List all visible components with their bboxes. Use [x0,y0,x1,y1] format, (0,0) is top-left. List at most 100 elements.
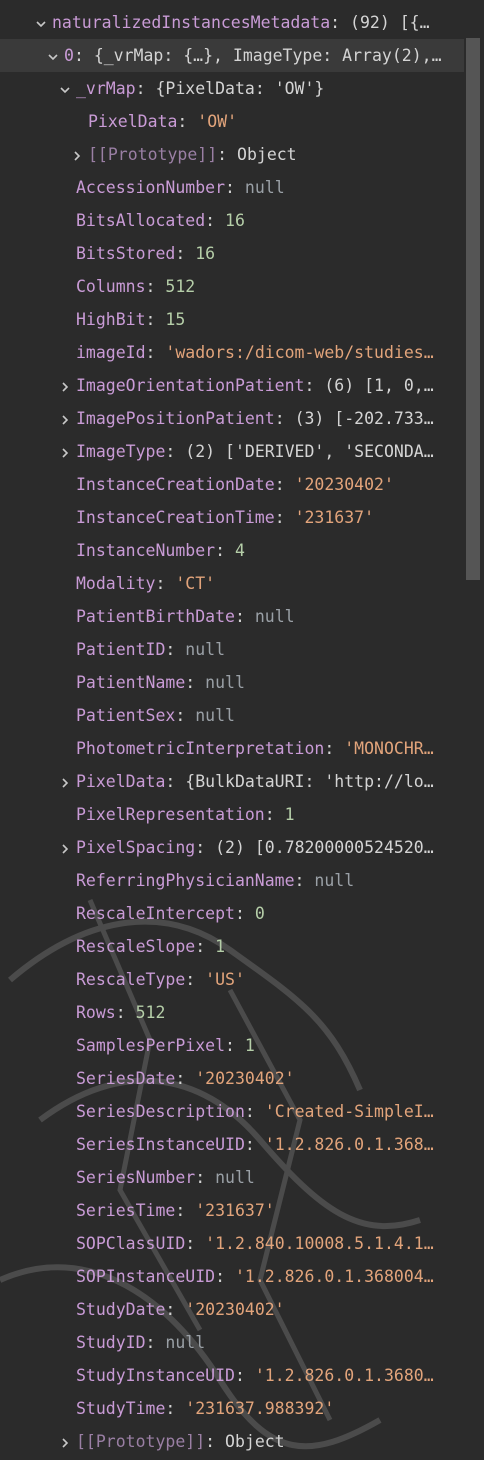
property-key: StudyID [76,1333,146,1352]
tree-row-field[interactable]: PixelData: {BulkDataURI: 'http://lo… [0,765,476,798]
property-value: null [165,1333,206,1352]
chevron-right-icon[interactable] [54,831,76,864]
property-value: 15 [165,310,186,329]
property-value: 'wadors:/dicom-web/studies… [165,343,434,362]
property-key: RescaleSlope [76,937,196,956]
property-value: '1.2.826.0.1.368… [264,1135,434,1154]
key-separator: : [135,79,156,98]
chevron-right-icon[interactable] [54,369,76,402]
tree-row-root[interactable]: naturalizedInstancesMetadata: (92) [{… [0,6,476,39]
property-value: 0 [254,904,265,923]
tree-row-field: SOPInstanceUID: '1.2.826.0.1.368004… [0,1260,476,1293]
property-key: SOPClassUID [76,1234,186,1253]
key-separator: : [165,442,186,461]
tree-row-field: Rows: 512 [0,996,476,1029]
property-key: Rows [76,1003,116,1022]
key-separator: : [165,640,186,659]
tree-row-field[interactable]: ImageOrientationPatient: (6) [1, 0,… [0,369,476,402]
tree-row-field: SamplesPerPixel: 1 [0,1029,476,1062]
tree-row-field: ReferringPhysicianName: null [0,864,476,897]
tree-row-field: PatientID: null [0,633,476,666]
property-value: (2) [0.78200000524520… [215,838,434,857]
chevron-right-icon[interactable] [54,435,76,468]
chevron-right-icon[interactable] [54,765,76,798]
key-separator: : [244,1135,265,1154]
property-value: '231637.988392' [185,1399,335,1418]
property-value: '1.2.826.0.1.3680… [254,1366,434,1385]
key-separator: : [205,1432,226,1451]
property-value: (3) [-202.733… [294,409,434,428]
vertical-scrollbar[interactable] [464,0,484,1460]
property-value: 1 [215,937,226,956]
property-key: 0 [64,46,74,65]
tree-row-field: PhotometricInterpretation: 'MONOCHR… [0,732,476,765]
property-key: PhotometricInterpretation [76,739,325,758]
property-key: RescaleType [76,970,186,989]
chevron-right-icon[interactable] [54,402,76,435]
key-separator: : [175,244,196,263]
key-separator: : [155,574,176,593]
property-key: Columns [76,277,146,296]
tree-row-prototype[interactable]: [[Prototype]]: Object [0,1425,476,1458]
property-value: null [185,640,226,659]
chevron-down-icon[interactable] [30,6,52,39]
property-value: '20230402' [195,1069,295,1088]
property-key: InstanceNumber [76,541,216,560]
tree-row-vrmap-prototype[interactable]: [[Prototype]]: Object [0,138,476,171]
property-key: PatientBirthDate [76,607,235,626]
key-separator: : [234,904,255,923]
property-value: 512 [165,277,196,296]
property-value: '1.2.840.10008.5.1.4.1… [205,1234,434,1253]
key-separator: : [225,1036,245,1055]
key-separator: : [274,475,295,494]
key-separator: : [145,310,166,329]
key-separator: : [195,1168,216,1187]
key-separator: : [145,277,166,296]
chevron-right-icon[interactable] [66,138,88,171]
property-value: 1 [244,1036,255,1055]
key-separator: : [304,376,325,395]
property-key: SeriesTime [76,1201,176,1220]
tree-row-field[interactable]: ImageType: (2) ['DERIVED', 'SECONDA… [0,435,476,468]
key-separator: : [185,673,206,692]
key-separator: : [274,409,295,428]
property-tree: naturalizedInstancesMetadata: (92) [{… 0:… [0,6,476,1458]
property-key: PatientName [76,673,186,692]
property-key: SamplesPerPixel [76,1036,226,1055]
key-separator: : [73,46,94,65]
property-key: InstanceCreationTime [76,508,275,527]
tree-row-field: PixelRepresentation: 1 [0,798,476,831]
property-value: null [314,871,355,890]
property-key: SeriesInstanceUID [76,1135,245,1154]
chevron-right-icon[interactable] [54,1425,76,1458]
property-value: {BulkDataURI: 'http://lo… [185,772,434,791]
property-key: SeriesNumber [76,1168,196,1187]
tree-row-item-0[interactable]: 0: {_vrMap: {…}, ImageType: Array(2),… [0,39,476,72]
property-key: InstanceCreationDate [76,475,275,494]
property-value: 'MONOCHR… [344,739,434,758]
property-value: 4 [234,541,245,560]
tree-row-field: RescaleType: 'US' [0,963,476,996]
tree-row-field: BitsStored: 16 [0,237,476,270]
property-value: null [205,673,245,692]
tree-row-field[interactable]: ImagePositionPatient: (3) [-202.733… [0,402,476,435]
property-key: _vrMap [76,79,136,98]
property-value: '231637' [294,508,375,527]
key-separator: : [185,970,206,989]
property-key: Modality [76,574,156,593]
key-separator: : [145,343,166,362]
property-key: HighBit [76,310,146,329]
tree-row-field: RescaleSlope: 1 [0,930,476,963]
chevron-down-icon[interactable] [54,72,76,105]
chevron-down-icon[interactable] [42,39,64,72]
tree-row-vrmap[interactable]: _vrMap: {PixelData: 'OW'} [0,72,476,105]
scrollbar-thumb[interactable] [466,38,480,580]
tree-row-field: InstanceCreationDate: '20230402' [0,468,476,501]
property-key: ReferringPhysicianName [76,871,295,890]
property-key: ImagePositionPatient [76,409,275,428]
key-separator: : [175,706,196,725]
key-separator: : [217,145,238,164]
key-separator: : [165,1300,186,1319]
property-key: SeriesDate [76,1069,176,1088]
tree-row-field[interactable]: PixelSpacing: (2) [0.78200000524520… [0,831,476,864]
